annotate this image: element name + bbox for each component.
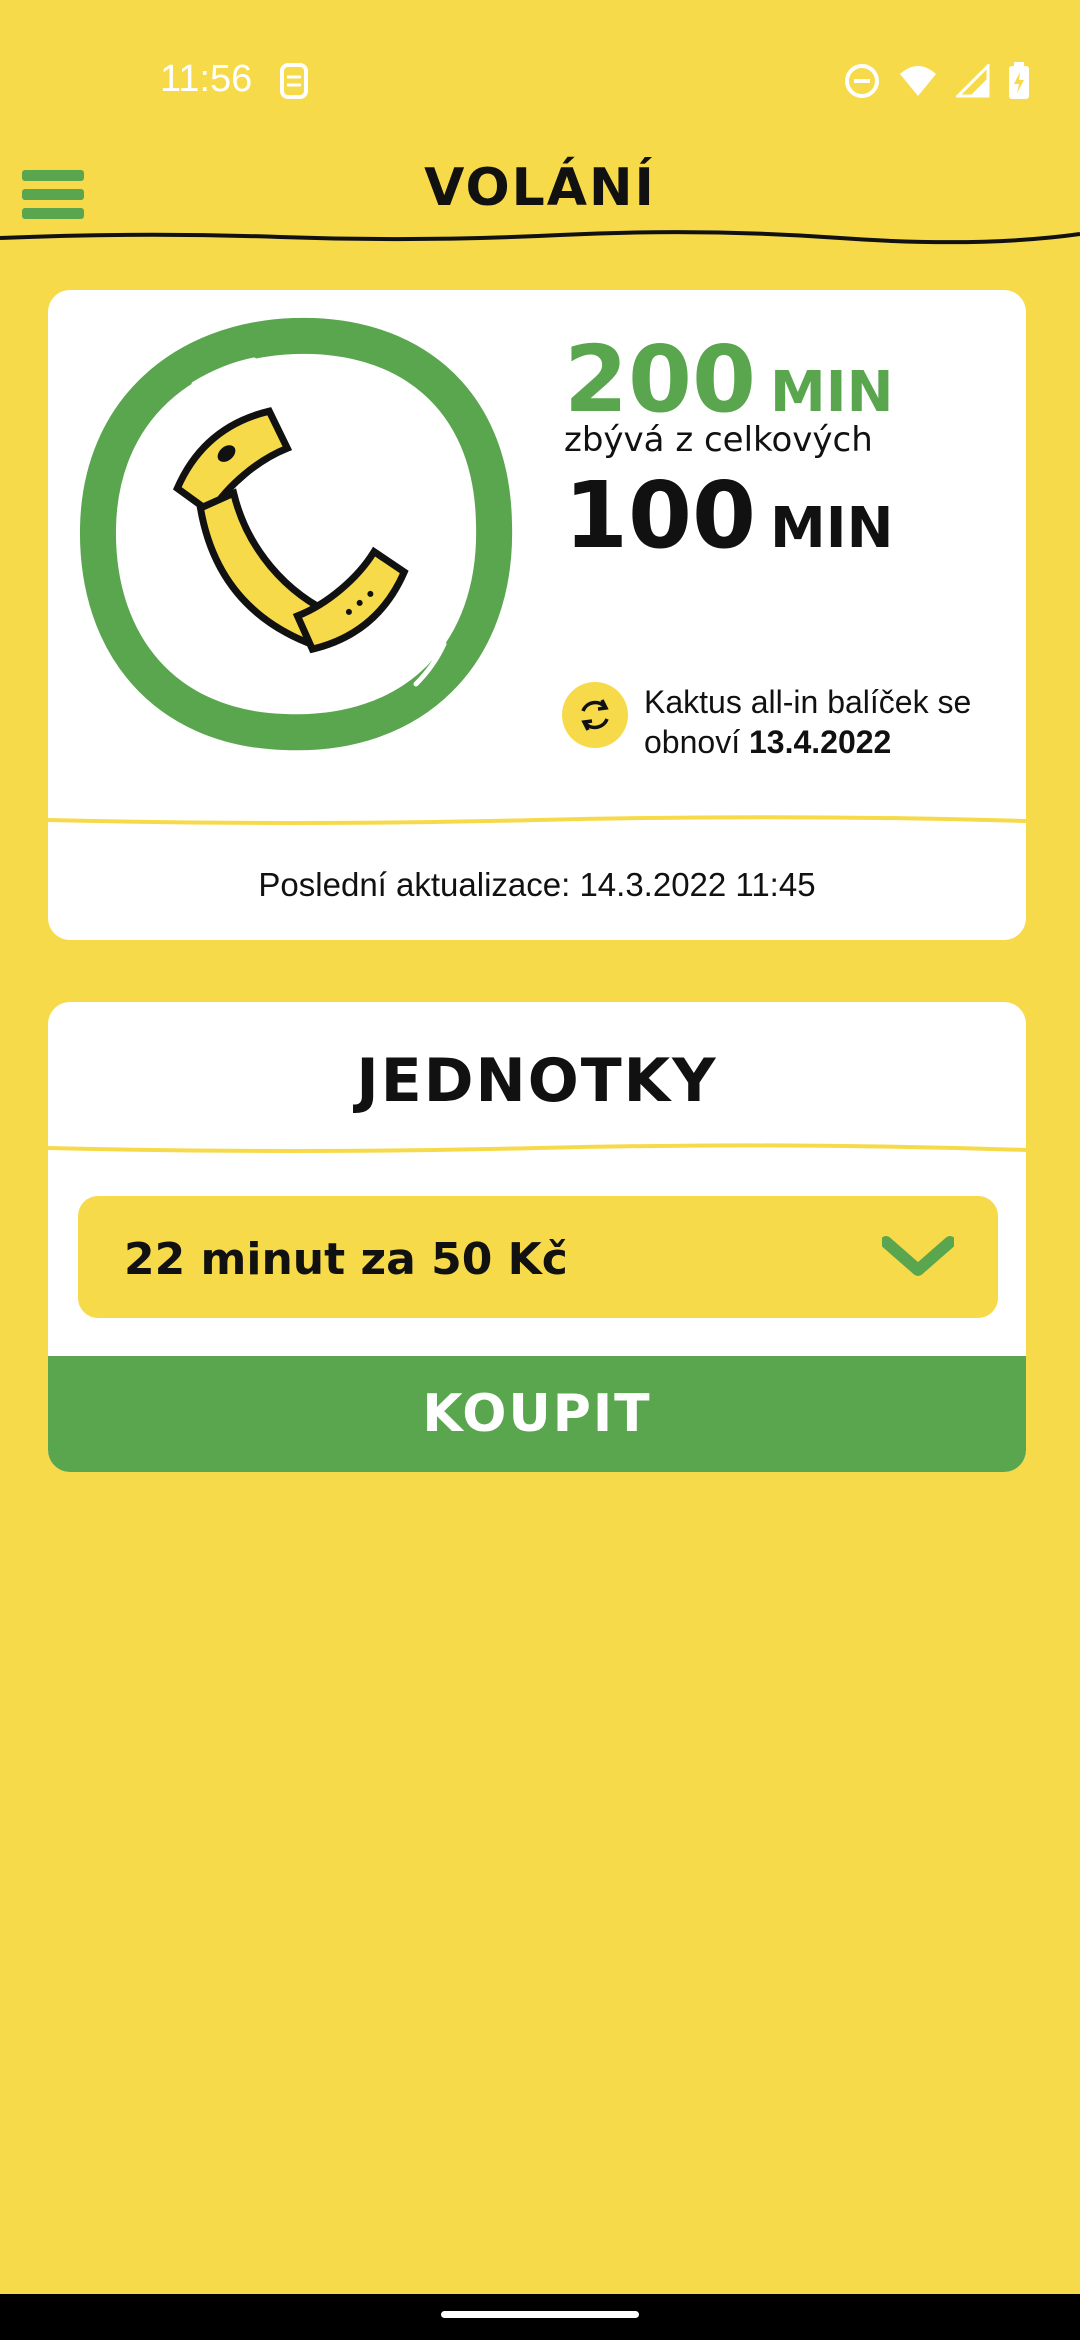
signal-icon bbox=[954, 62, 990, 103]
units-title: JEDNOTKY bbox=[356, 1046, 718, 1116]
remaining-minutes-value: 100 bbox=[564, 462, 757, 569]
refresh-icon bbox=[562, 682, 628, 748]
phone-handset-icon bbox=[79, 317, 513, 751]
wifi-icon bbox=[898, 64, 938, 103]
dnd-icon bbox=[844, 63, 880, 104]
header-divider bbox=[0, 230, 1080, 245]
total-minutes-unit: MIN bbox=[770, 360, 894, 425]
battery-charging-icon bbox=[1008, 62, 1030, 105]
remaining-minutes: 100 MIN bbox=[564, 462, 893, 569]
usage-card: 200 MIN zbývá z celkových 100 MIN Kaktus a… bbox=[48, 290, 1026, 940]
buy-button[interactable]: KOUPIT bbox=[48, 1356, 1026, 1472]
units-card: JEDNOTKY 22 minut za 50 Kč KOUPIT bbox=[48, 1002, 1026, 1472]
last-update-text: Poslední aktualizace: 14.3.2022 11:45 bbox=[258, 866, 816, 903]
page-title: VOLÁNÍ bbox=[424, 158, 656, 218]
sim-icon bbox=[278, 62, 310, 105]
card-divider bbox=[48, 815, 1026, 825]
status-time: 11:56 bbox=[160, 58, 253, 100]
units-divider bbox=[48, 1143, 1026, 1153]
total-minutes: 200 MIN bbox=[564, 326, 893, 433]
total-minutes-value: 200 bbox=[564, 326, 757, 433]
chevron-down-icon bbox=[880, 1234, 956, 1283]
system-nav-bar bbox=[0, 2294, 1080, 2340]
renew-date: 13.4.2022 bbox=[748, 724, 892, 760]
minutes-subtitle: zbývá z celkových bbox=[564, 420, 873, 460]
units-dropdown[interactable]: 22 minut za 50 Kč bbox=[78, 1196, 998, 1318]
renew-info: Kaktus all-in balíček se obnoví 13.4.202… bbox=[644, 682, 1014, 762]
remaining-minutes-unit: MIN bbox=[770, 496, 894, 561]
units-dropdown-value: 22 minut za 50 Kč bbox=[124, 1234, 568, 1285]
home-handle[interactable] bbox=[441, 2311, 639, 2318]
status-bar: 11:56 bbox=[0, 0, 1080, 160]
